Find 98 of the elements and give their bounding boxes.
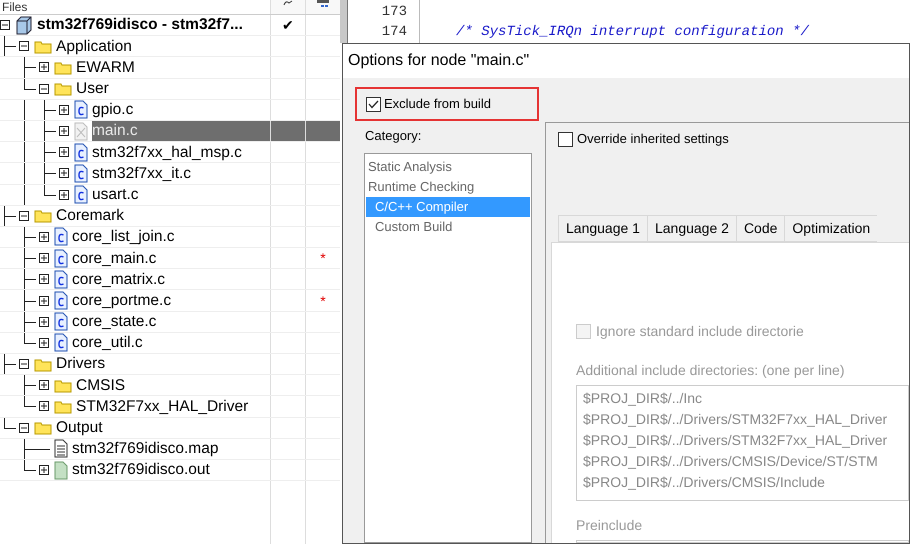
folder-icon [54,60,72,75]
tree-item[interactable]: Output [56,418,270,438]
expand-icon[interactable] [39,401,49,412]
scrollbar[interactable] [340,0,348,43]
expand-icon[interactable] [39,274,49,284]
tree-item[interactable]: core_portme.c [72,290,270,311]
cube-icon [15,16,33,35]
check-icon [368,100,379,108]
text-file-icon [54,439,68,458]
c-file-icon [54,270,68,289]
check-mark: ✔ [282,16,294,35]
c-file-icon [74,142,88,162]
tree-item[interactable]: core_matrix.c [72,269,270,290]
category-item[interactable]: Runtime Checking [366,177,530,197]
expand-icon[interactable] [39,338,49,348]
tree-item[interactable]: CMSIS [76,375,270,396]
expand-icon[interactable] [39,253,49,264]
tree-item[interactable]: usart.c [92,184,270,205]
category-item[interactable]: Static Analysis [366,157,530,177]
directory-entry: $PROJ_DIR$/../Drivers/CMSIS/Device/ST/STM [583,452,879,471]
tree-item[interactable]: User [76,78,270,99]
tree-item[interactable]: stm32f769idisco - stm32f7... [37,15,270,36]
modified-mark: * [320,251,326,266]
code-comment: /* SysTick_IRQn interrupt configuration */ [456,24,809,40]
folder-icon [34,208,52,224]
c-file-icon [54,291,68,310]
expand-icon[interactable] [39,465,49,476]
folder-icon [34,38,52,54]
expand-icon[interactable] [39,62,49,72]
tree-item[interactable]: gpio.c [92,100,270,120]
category-item[interactable]: Custom Build [366,217,530,237]
dialog-title: Options for node "main.c" [348,51,530,71]
tree-item[interactable]: core_util.c [72,332,270,353]
tree-item[interactable]: core_main.c [72,248,270,268]
collapse-icon[interactable] [19,210,29,221]
tree-item[interactable]: core_state.c [72,312,270,332]
file-icon [54,460,68,480]
tree-item[interactable]: stm32f769idisco.out [72,460,270,480]
c-file-icon [74,100,88,120]
expand-icon[interactable] [39,232,49,242]
expand-icon[interactable] [59,126,69,136]
tab[interactable]: Optimization [784,215,878,242]
tree-item[interactable]: Coremark [56,206,270,226]
expand-icon[interactable] [59,190,69,200]
tab[interactable]: Language 2 [646,215,736,242]
c-file-icon [74,185,88,204]
checkbox-label[interactable]: Exclude from build [384,94,491,114]
tree-item[interactable]: Drivers [56,354,270,374]
column-header-icon [282,0,294,6]
collapse-icon[interactable] [19,41,29,52]
tree-item[interactable]: EWARM [76,57,270,78]
tree-item[interactable]: stm32f7xx_hal_msp.c [92,142,270,162]
include-directories-field[interactable]: $PROJ_DIR$/../Inc $PROJ_DIR$/../Drivers/STM32F7xx_HAL_Driver $PROJ_DIR$/../Drivers/STM32F7xx_HAL_Driver $PROJ_DIR$/../Drivers/CMSIS/Device/ST/STM $PROJ_DIR$/../Drivers/CMSIS/Include [576,385,909,501]
folder-icon [34,356,52,372]
modified-mark: * [320,294,326,308]
checkbox[interactable] [558,132,573,146]
expand-icon[interactable] [39,296,49,306]
folder-icon [54,81,72,96]
column-header-icon [316,0,330,8]
collapse-icon[interactable] [39,84,49,94]
c-file-icon [54,312,68,332]
directory-entry: $PROJ_DIR$/../Inc [583,389,704,408]
directory-entry: $PROJ_DIR$/../Drivers/STM32F7xx_HAL_Driver [583,410,888,429]
expand-icon[interactable] [59,104,69,115]
folder-icon [54,398,72,414]
collapse-icon[interactable] [0,20,10,30]
panel-header: Files [2,0,28,14]
field-label: Preinclude [576,517,642,533]
c-file-icon [54,333,68,352]
tree-item[interactable]: stm32f769idisco.map [72,438,270,459]
checkbox-label[interactable]: Override inherited settings [577,129,729,149]
tree-item[interactable]: STM32F7xx_HAL_Driver [76,396,270,417]
directory-entry: $PROJ_DIR$/../Drivers/CMSIS/Include [583,473,826,492]
c-file-icon [54,248,68,268]
tree-item[interactable]: Application [56,36,270,56]
tab[interactable]: Code [736,215,784,242]
collapse-icon[interactable] [19,422,29,433]
line-number: 174 [382,23,407,42]
collapse-icon[interactable] [19,359,29,370]
category-label: Category: [365,128,422,143]
tree-item[interactable]: stm32f7xx_it.c [92,163,270,184]
expand-icon[interactable] [39,316,49,327]
preinclude-field[interactable] [576,540,909,543]
tree-item[interactable]: core_list_join.c [72,226,270,248]
folder-icon [34,420,52,436]
line-number: 173 [382,3,407,22]
expand-icon[interactable] [59,147,69,158]
tree-item[interactable]: main.c [92,120,270,142]
checkbox[interactable] [366,96,381,112]
tab[interactable]: Language 1 [558,215,647,242]
column-header[interactable] [305,0,340,14]
expand-icon[interactable] [59,168,69,178]
folder-icon [54,378,72,393]
field-label: Additional include directories: (one per line) [576,362,844,378]
directory-entry: $PROJ_DIR$/../Drivers/STM32F7xx_HAL_Driver [583,431,888,450]
c-file-icon [54,227,68,246]
expand-icon[interactable] [39,380,49,390]
c-file-icon [74,164,88,183]
